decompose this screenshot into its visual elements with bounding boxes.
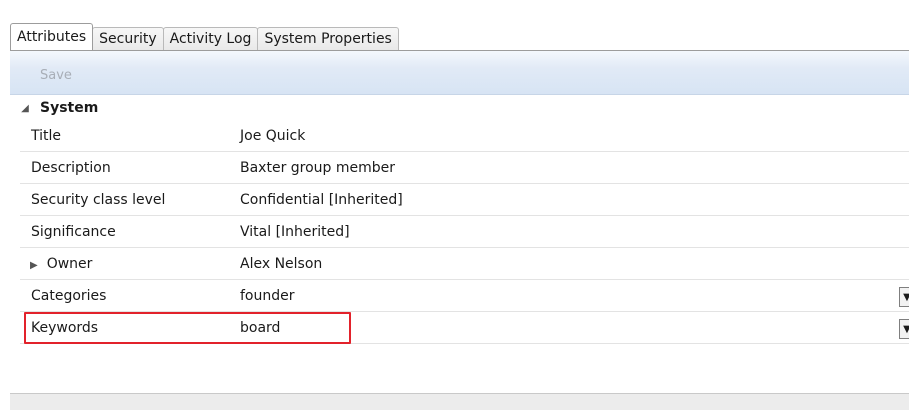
bottom-bar	[10, 393, 909, 410]
property-value[interactable]: Vital [Inherited]	[231, 224, 909, 240]
section-title: System	[40, 100, 99, 116]
tab-attributes[interactable]: Attributes	[10, 23, 94, 50]
dropdown-arrow-icon[interactable]: ▼	[899, 319, 909, 339]
property-name: Categories	[31, 287, 107, 304]
save-button[interactable]: Save	[40, 68, 72, 83]
tab-activity-log[interactable]: Activity Log	[162, 27, 259, 50]
tab-bar: Attributes Security Activity Log System …	[10, 23, 399, 50]
collapse-triangle-icon[interactable]: ◢	[18, 103, 32, 114]
property-name: Significance	[31, 223, 116, 240]
property-name: Description	[31, 159, 111, 176]
property-name: Security class level	[31, 191, 166, 208]
property-row-significance[interactable]: Significance Vital [Inherited]	[20, 216, 909, 248]
property-name: Title	[31, 127, 62, 144]
property-value[interactable]: Confidential [Inherited]	[231, 192, 909, 208]
property-row-categories[interactable]: Categories founder ▼	[20, 280, 909, 312]
expand-arrow-icon[interactable]: ▶	[30, 260, 38, 271]
property-value[interactable]: Alex Nelson	[231, 256, 909, 272]
toolbar	[10, 51, 909, 95]
property-value[interactable]: founder	[231, 288, 909, 304]
tab-security[interactable]: Security	[92, 27, 164, 50]
section-header-system[interactable]: ◢ System	[10, 97, 909, 119]
property-row-security-class-level[interactable]: Security class level Confidential [Inher…	[20, 184, 909, 216]
property-name: Owner	[46, 255, 93, 272]
property-value[interactable]: Baxter group member	[231, 160, 909, 176]
dropdown-arrow-icon[interactable]: ▼	[899, 287, 909, 307]
property-row-owner[interactable]: ▶ Owner Alex Nelson	[20, 248, 909, 280]
property-row-description[interactable]: Description Baxter group member	[20, 152, 909, 184]
highlight-box	[24, 312, 351, 344]
property-value[interactable]: Joe Quick	[231, 128, 909, 144]
property-grid: Title Joe Quick Description Baxter group…	[20, 120, 909, 344]
tab-system-properties[interactable]: System Properties	[257, 27, 399, 50]
property-row-title[interactable]: Title Joe Quick	[20, 120, 909, 152]
